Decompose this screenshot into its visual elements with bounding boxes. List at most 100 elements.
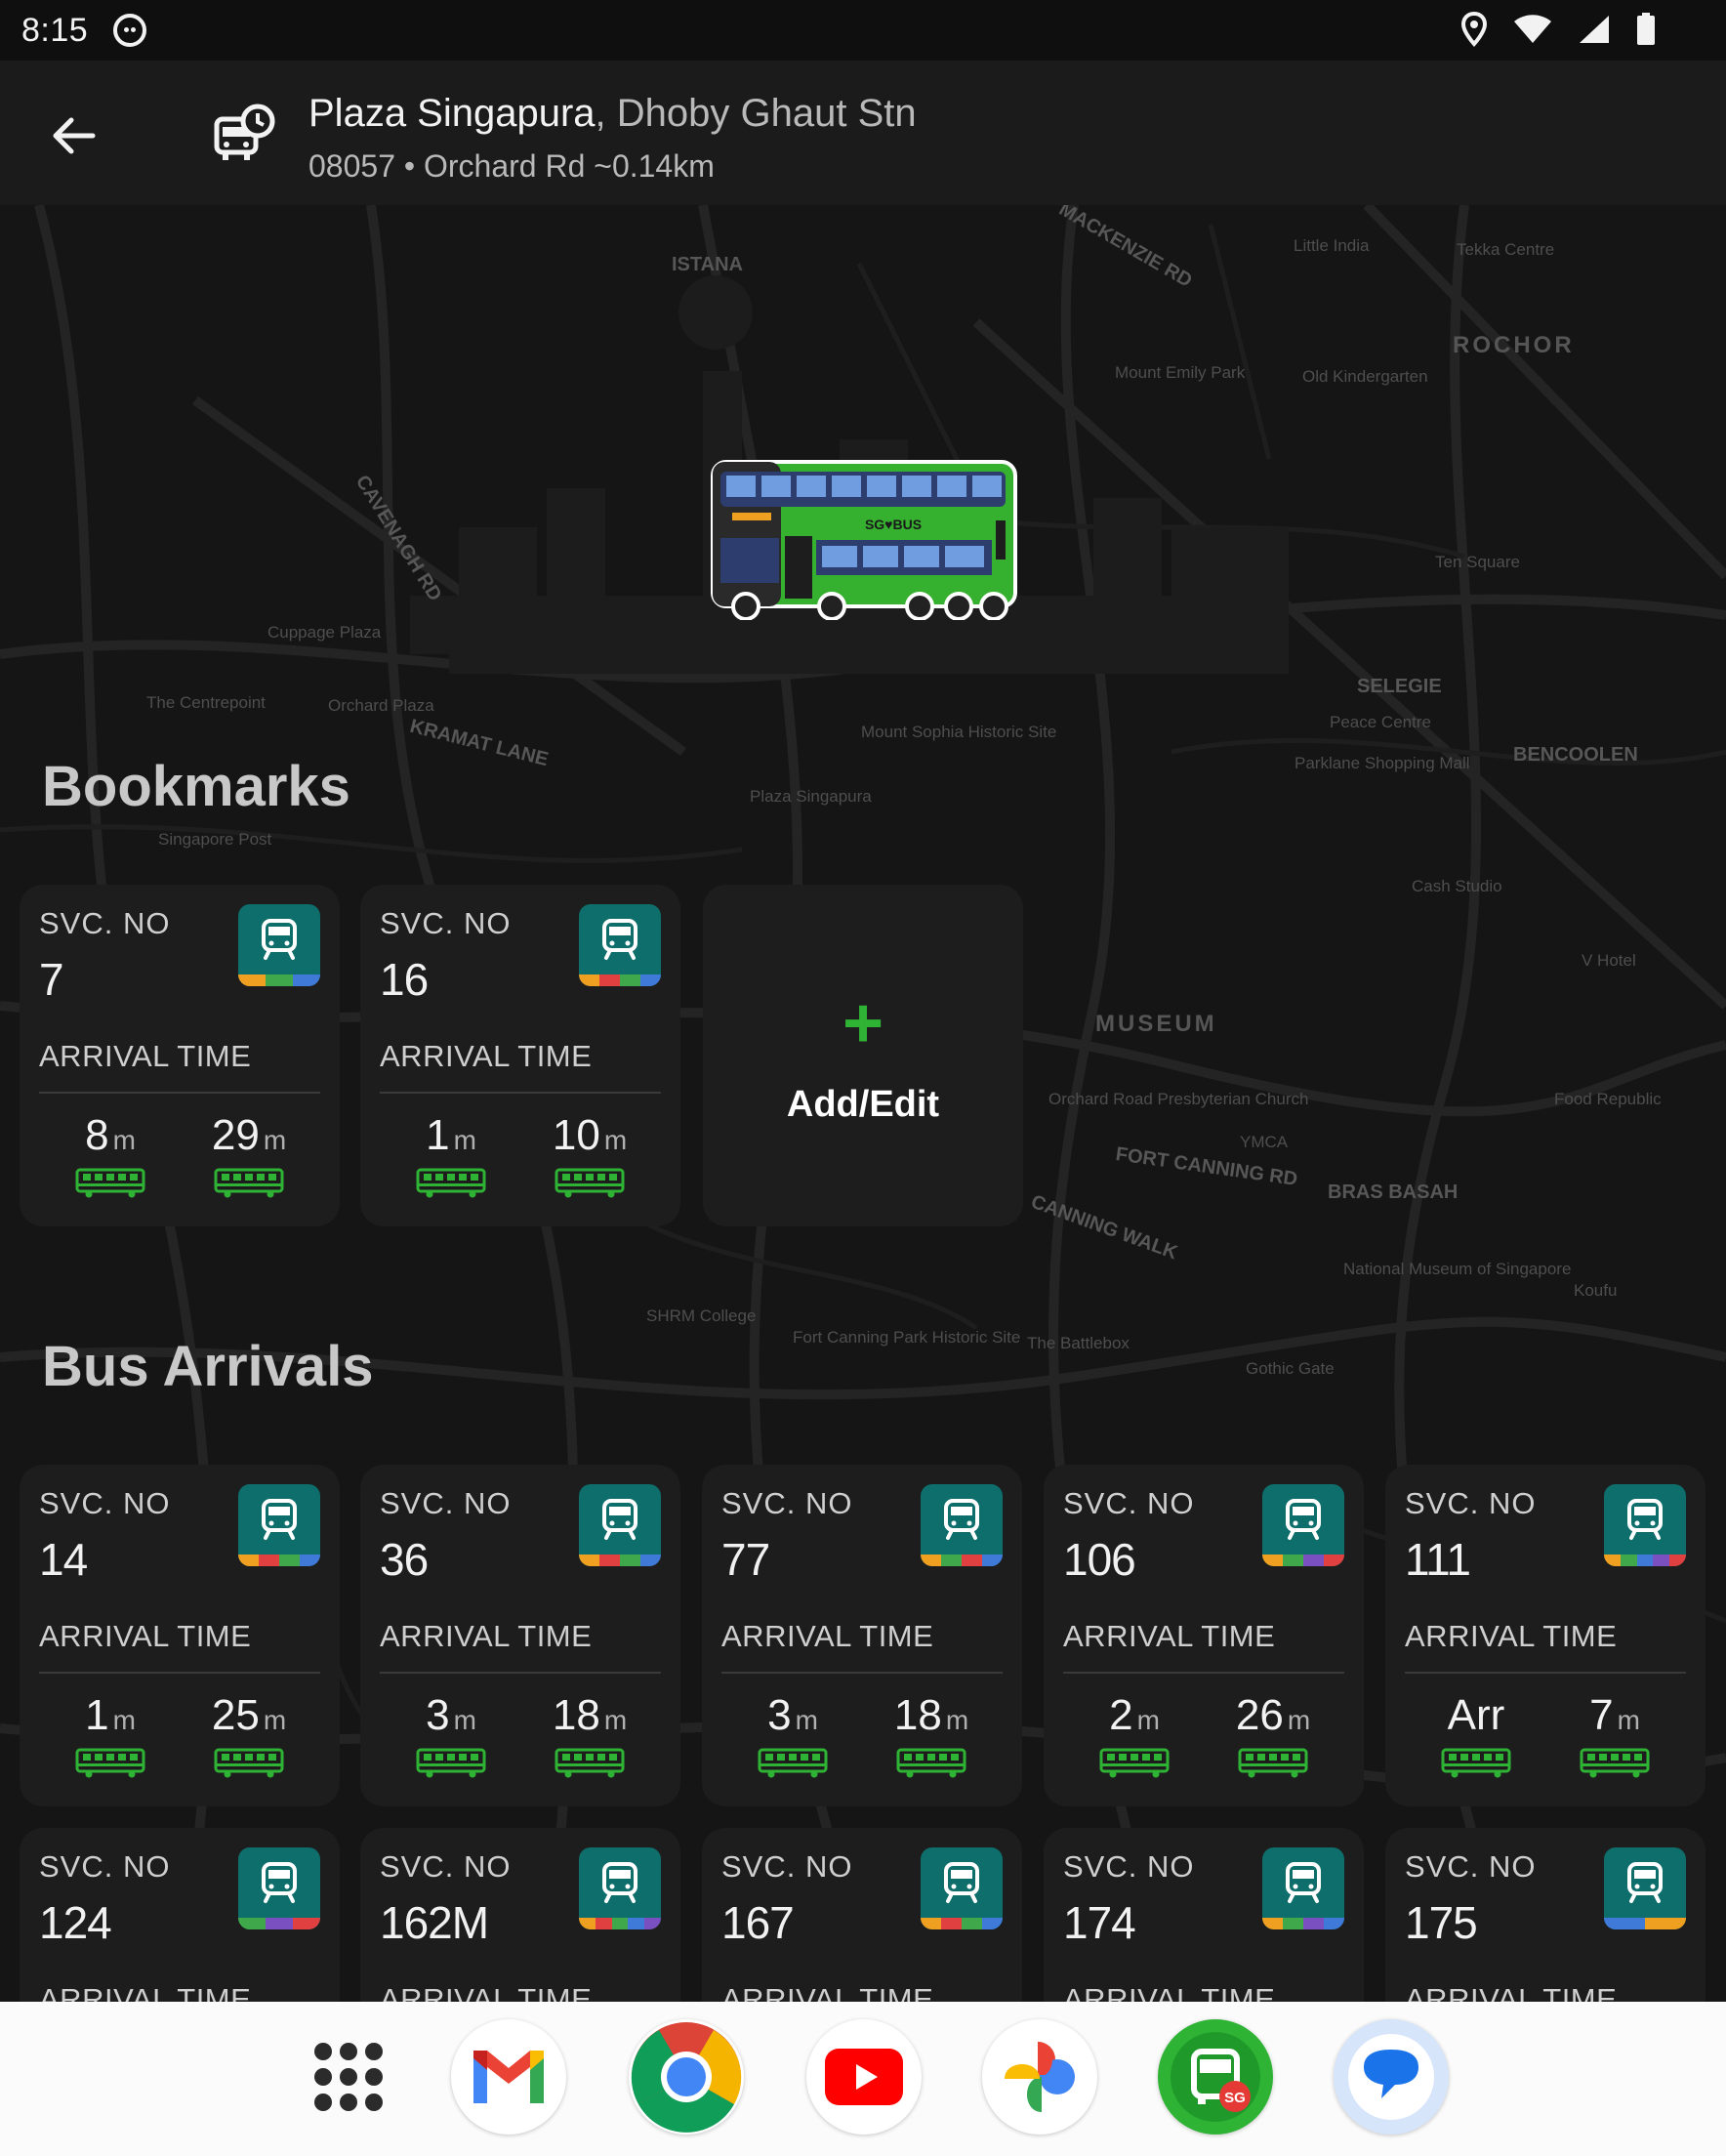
bus-load-icon (416, 1168, 486, 1198)
route-color-stripe (921, 1918, 1003, 1929)
chrome-app-button[interactable] (629, 2019, 744, 2135)
back-button[interactable] (39, 102, 107, 170)
map-label-mount-emily: Mount Emily Park (1115, 363, 1246, 382)
map-label-mount-sophia: Mount Sophia Historic Site (861, 723, 1057, 741)
app-bar: Plaza Singapura, Dhoby Ghaut Stn 08057 •… (0, 61, 1726, 205)
eta-unit: m (453, 1125, 476, 1155)
bus-operator-badge (1262, 1484, 1344, 1566)
bus-operator-badge (921, 1484, 1003, 1566)
eta-unit: m (1136, 1705, 1160, 1735)
map-label-food-republic: Food Republic (1554, 1090, 1662, 1108)
bus-service-card[interactable]: SVC. NO 111 ARRIVAL TIME Arr 7 m (1385, 1465, 1705, 1806)
route-color-stripe (1604, 1918, 1686, 1929)
eta-value: 10 (552, 1111, 600, 1159)
map-label-koufu: Koufu (1574, 1281, 1618, 1300)
eta-unit: m (263, 1125, 287, 1155)
bus-operator-badge (238, 904, 320, 986)
youtube-icon (825, 2049, 903, 2105)
map-label-rochor: ROCHOR (1453, 332, 1575, 358)
arrival-time-label: ARRIVAL TIME (39, 1619, 252, 1653)
service-number: 106 (1063, 1534, 1136, 1585)
messages-app-button[interactable] (1334, 2019, 1449, 2135)
svc-no-label: SVC. NO (721, 1486, 853, 1520)
bus-operator-badge (238, 1847, 320, 1929)
bus-icon (944, 1499, 979, 1540)
bus-icon (1286, 1862, 1321, 1903)
app-drawer-button[interactable] (291, 2019, 406, 2135)
bus-service-card[interactable]: SVC. NO 77 ARRIVAL TIME 3 m 18 m (702, 1465, 1022, 1806)
status-icons (1460, 12, 1656, 47)
bus-icon (262, 1862, 297, 1903)
route-color-stripe (1262, 1555, 1344, 1566)
bus-load-icon (1441, 1748, 1511, 1778)
eta-value: 26 (1235, 1691, 1284, 1739)
eta-unit: m (112, 1125, 136, 1155)
bus-icon (1286, 1499, 1321, 1540)
arrival-time-label: ARRIVAL TIME (1063, 1619, 1276, 1653)
app-grid-icon (314, 2043, 383, 2111)
map-label-bras-basah: BRAS BASAH (1328, 1182, 1459, 1203)
bus-icon (602, 1499, 637, 1540)
map-label-orchard-rd-church: Orchard Road Presbyterian Church (1048, 1090, 1309, 1108)
youtube-app-button[interactable] (806, 2019, 922, 2135)
bus-operator-badge (1604, 1484, 1686, 1566)
eta-unit: m (1287, 1705, 1311, 1735)
bus-arrivals-heading: Bus Arrivals (42, 1335, 374, 1398)
arrival-time-label: ARRIVAL TIME (1405, 1619, 1618, 1653)
map-label-battlebox: The Battlebox (1027, 1334, 1130, 1352)
map-label-bencoolen: BENCOOLEN (1513, 744, 1638, 766)
photos-pinwheel-icon (1005, 2042, 1075, 2112)
gmail-app-button[interactable] (451, 2019, 566, 2135)
map-label-selegie: SELEGIE (1357, 676, 1442, 697)
messages-chat-icon (1348, 2034, 1434, 2120)
bus-operator-badge (1604, 1847, 1686, 1929)
sg-bus-app-button[interactable]: SG (1158, 2019, 1273, 2135)
subsequent-arrival: 18 m (516, 1691, 663, 1779)
photos-app-button[interactable] (982, 2019, 1097, 2135)
next-arrival: 2m (1061, 1691, 1208, 1779)
subsequent-arrival: 7m (1541, 1691, 1688, 1779)
status-time: 8:15 (21, 11, 89, 49)
map-label-little-india: Little India (1294, 236, 1370, 255)
battery-icon (1637, 13, 1655, 45)
eta-unit: m (263, 1705, 287, 1735)
bus-operator-badge (1262, 1847, 1344, 1929)
card-divider (380, 1672, 661, 1674)
svc-no-label: SVC. NO (39, 906, 171, 940)
bus-icon (1627, 1499, 1663, 1540)
bus-icon (262, 919, 297, 960)
svc-no-label: SVC. NO (1405, 1486, 1537, 1520)
route-color-stripe (238, 1918, 320, 1929)
eta-value: Arr (1447, 1691, 1505, 1739)
card-divider (380, 1092, 661, 1094)
double-decker-bus-illustration: SG♥BUS (711, 460, 1017, 620)
bus-service-card[interactable]: SVC. NO 7 ARRIVAL TIME 8 m 29 m (20, 885, 340, 1226)
next-arrival: 3m (378, 1691, 524, 1779)
service-number: 124 (39, 1897, 112, 1948)
bus-service-card[interactable]: SVC. NO 14 ARRIVAL TIME 1 m 25 m (20, 1465, 340, 1806)
route-color-stripe (1262, 1918, 1344, 1929)
service-number: 162M (380, 1897, 489, 1948)
bus-load-icon (416, 1748, 486, 1778)
arrival-time-label: ARRIVAL TIME (380, 1039, 593, 1073)
map-label-museum: MUSEUM (1095, 1011, 1217, 1037)
map-label-cuppage: Cuppage Plaza (267, 623, 382, 642)
bus-icon (602, 1862, 637, 1903)
bus-load-icon (214, 1748, 284, 1778)
gmail-icon (473, 2051, 544, 2103)
sg-bus-app-icon: SG (1171, 2032, 1260, 2122)
bus-load-icon (1099, 1748, 1170, 1778)
bus-service-card[interactable]: SVC. NO 16 ARRIVAL TIME 1 m 10 m (360, 885, 680, 1226)
bus-operator-badge (238, 1484, 320, 1566)
bus-operator-badge (579, 1484, 661, 1566)
title-separator: , (595, 92, 606, 135)
eta-value: 3 (767, 1691, 792, 1739)
map-label-tekka: Tekka Centre (1457, 240, 1555, 259)
add-edit-bookmark-button[interactable]: + Add/Edit (703, 885, 1023, 1226)
eta-value: 29 (211, 1111, 260, 1159)
route-color-stripe (579, 1555, 661, 1566)
map-label-national-museum: National Museum of Singapore (1343, 1260, 1572, 1278)
bus-load-icon (555, 1748, 625, 1778)
bus-service-card[interactable]: SVC. NO 36 ARRIVAL TIME 3 m 18 m (360, 1465, 680, 1806)
bus-service-card[interactable]: SVC. NO 106 ARRIVAL TIME 2 m 26 m (1044, 1465, 1364, 1806)
